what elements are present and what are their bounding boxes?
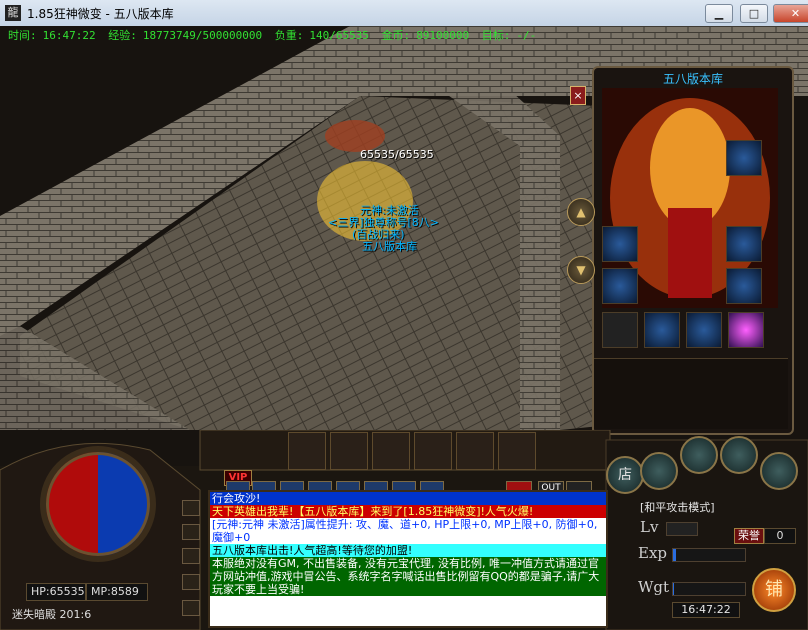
panel-close-button[interactable]: × xyxy=(570,86,586,105)
side-icon-5[interactable] xyxy=(182,600,200,616)
chat-box[interactable]: 行会攻沙! 天下英雄出我辈!【五八版本库】来到了[1.85狂神微变]!人气火爆![… xyxy=(208,490,608,628)
hud-round-button-5[interactable] xyxy=(760,452,798,490)
side-icon-1[interactable] xyxy=(182,500,200,516)
map-coords: 201:6 xyxy=(59,608,92,621)
side-icon-2[interactable] xyxy=(182,524,200,540)
mp-display: MP:8589 xyxy=(86,583,148,601)
equip-slot-left-2[interactable] xyxy=(602,268,638,304)
panel-footer xyxy=(594,358,788,429)
chat-line: 五八版本库出击!人气超高!等待您的加盟! xyxy=(210,544,606,557)
wgt-label: Wgt xyxy=(638,578,670,596)
chat-line: 本服绝对没有GM, 不出售装备, 没有元宝代理, 没有比例, 唯一冲值方式请通过… xyxy=(210,557,606,596)
exp-label: Exp xyxy=(638,544,668,562)
panel-down-arrow[interactable]: ▼ xyxy=(567,256,595,284)
side-icon-4[interactable] xyxy=(182,574,200,590)
map-location: 迷失暗殿 201:6 xyxy=(12,606,91,622)
equip-slot-right-top[interactable] xyxy=(726,140,762,176)
time-label: 时间: xyxy=(8,29,37,42)
belt-slot-4[interactable] xyxy=(414,432,452,470)
game-window: 龍 1.85狂神微变 - 五八版本库 ▁ □ ✕ 时间: 16:47:22 经验… xyxy=(0,0,808,630)
equip-slot-bottom-1[interactable] xyxy=(602,312,638,348)
time-value: 16:47:22 xyxy=(42,29,96,42)
weight-bar xyxy=(672,582,746,596)
char-line-4: 五八版本库 xyxy=(362,240,417,253)
minimize-button[interactable]: ▁ xyxy=(705,4,733,23)
chat-line: 行会攻沙! xyxy=(210,492,606,505)
side-icon-3[interactable] xyxy=(182,548,200,564)
status-line: 时间: 16:47:22 经验: 18773749/500000000 负重: 140… xyxy=(8,27,542,43)
weight-value: 140/65535 xyxy=(309,29,369,42)
equip-slot-left-1[interactable] xyxy=(602,226,638,262)
title-bar: 龍 1.85狂神微变 - 五八版本库 ▁ □ ✕ xyxy=(0,0,808,27)
honor-value: 0 xyxy=(764,528,796,544)
level-badge xyxy=(666,522,698,536)
exp-value: 18773749/500000000 xyxy=(142,29,263,42)
hp-display: HP:65535 xyxy=(26,583,86,601)
gold-value: 89100000 xyxy=(416,29,470,42)
equip-slot-right-2[interactable] xyxy=(726,268,762,304)
hud-round-button-3[interactable] xyxy=(680,436,718,474)
target-value: -/- xyxy=(516,29,537,42)
belt-slot-2[interactable] xyxy=(330,432,368,470)
app-icon: 龍 xyxy=(5,5,21,21)
character-hp: 65535/65535 xyxy=(360,148,434,161)
target-label: 目标: xyxy=(481,29,511,42)
equip-slot-right-1[interactable] xyxy=(726,226,762,262)
shop-button[interactable]: 铺 xyxy=(752,568,796,612)
chat-lines: 行会攻沙! 天下英雄出我辈!【五八版本库】来到了[1.85狂神微变]!人气火爆![… xyxy=(210,492,606,596)
hud-round-button-4[interactable] xyxy=(720,436,758,474)
equip-slot-bottom-4[interactable] xyxy=(728,312,764,348)
equip-slot-bottom-3[interactable] xyxy=(686,312,722,348)
belt-slot-1[interactable] xyxy=(288,432,326,470)
store-button[interactable]: 店 xyxy=(606,456,644,494)
chat-line: 天下英雄出我辈!【五八版本库】来到了[1.85狂神微变]!人气火爆! xyxy=(210,505,606,518)
exp-bar xyxy=(672,548,746,562)
honor-label: 荣誉 xyxy=(734,528,764,544)
panel-up-arrow[interactable]: ▲ xyxy=(567,198,595,226)
hud-clock: 16:47:22 xyxy=(672,602,740,618)
equip-slot-bottom-2[interactable] xyxy=(644,312,680,348)
close-button[interactable]: ✕ xyxy=(773,4,808,23)
panel-title: 五八版本库 xyxy=(662,72,723,86)
belt-slot-3[interactable] xyxy=(372,432,410,470)
equipment-panel: 五八版本库 xyxy=(592,66,794,435)
belt-slot-5[interactable] xyxy=(456,432,494,470)
maximize-button[interactable]: □ xyxy=(740,4,768,23)
hud-round-button-2[interactable] xyxy=(640,452,678,490)
hp-mp-orb xyxy=(40,446,156,562)
belt-slot-6[interactable] xyxy=(498,432,536,470)
chat-line: [元神:元神 未激活]属性提升: 攻、魔、道+0, HP上限+0, MP上限+0… xyxy=(210,518,606,544)
attack-mode[interactable]: [和平攻击模式] xyxy=(640,499,715,515)
exp-label: 经验: xyxy=(108,29,137,42)
map-name: 迷失暗殿 xyxy=(12,608,56,621)
lv-label: Lv xyxy=(640,518,659,536)
weight-label: 负重: xyxy=(274,29,304,42)
window-title: 1.85狂神微变 - 五八版本库 xyxy=(27,7,174,21)
gold-label: 金币: xyxy=(381,29,411,42)
